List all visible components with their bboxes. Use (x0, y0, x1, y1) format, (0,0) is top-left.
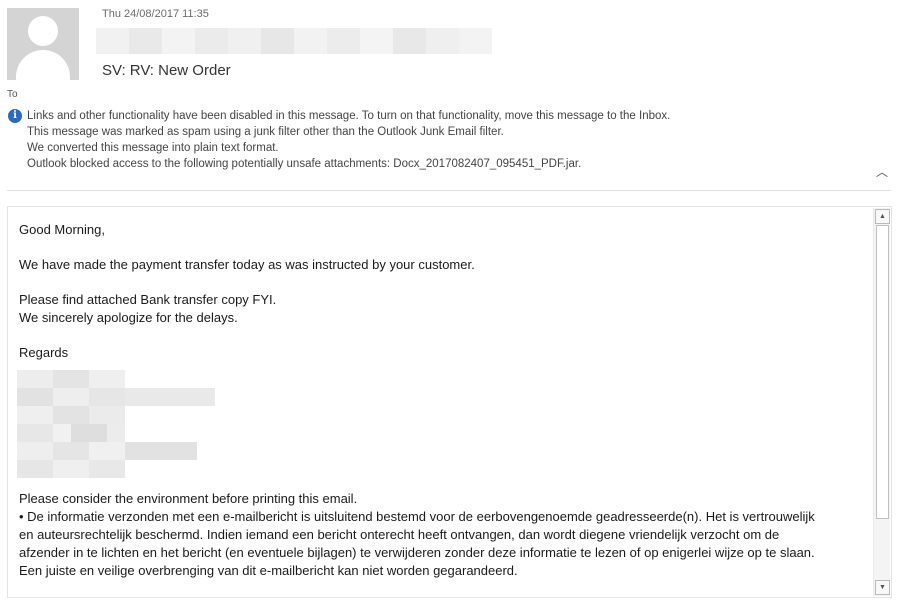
greeting: Good Morning, (19, 222, 105, 237)
info-line-blocked-attachment: Outlook blocked access to the following … (27, 158, 582, 170)
footer-disclaimer-1: • De informatie verzonden met een e-mail… (19, 509, 815, 524)
info-line-plain-text: We converted this message into plain tex… (27, 142, 279, 154)
footer-disclaimer-4: Een juiste en veilige overbrenging van d… (19, 563, 518, 578)
message-date: Thu 24/08/2017 11:35 (102, 8, 209, 20)
scroll-down-arrow-icon[interactable]: ▼ (875, 580, 890, 595)
footer-disclaimer-2: en auteursrechtelijk beschermd. Indien i… (19, 527, 780, 542)
message-subject: SV: RV: New Order (102, 62, 231, 79)
body-line-attachment: Please find attached Bank transfer copy … (19, 292, 277, 307)
sender-avatar (7, 8, 79, 80)
regards: Regards (19, 345, 69, 360)
header-divider (7, 190, 891, 191)
footer-disclaimer-3: afzender in te lichten en het bericht (e… (19, 545, 815, 560)
to-label: To (7, 89, 18, 100)
info-bar: i Links and other functionality have bee… (7, 108, 891, 172)
body-line-apology: We sincerely apologize for the delays. (19, 310, 238, 325)
message-body[interactable]: Good Morning, We have made the payment t… (7, 206, 892, 598)
signature-redacted (17, 370, 219, 480)
avatar-head-shape (28, 16, 58, 46)
collapse-chevron-up-icon[interactable]: ︿ (874, 164, 890, 180)
info-line-links-disabled: Links and other functionality have been … (27, 110, 671, 122)
body-line-payment: We have made the payment transfer today … (19, 257, 475, 272)
footer-environment: Please consider the environment before p… (19, 491, 358, 506)
message-text: Good Morning, We have made the payment t… (17, 221, 869, 580)
sender-redacted (96, 28, 492, 54)
info-line-spam: This message was marked as spam using a … (27, 126, 504, 138)
scroll-up-arrow-icon[interactable]: ▲ (875, 209, 890, 224)
vertical-scrollbar[interactable]: ▲ ▼ (873, 208, 890, 596)
avatar-body-shape (16, 50, 70, 80)
scrollbar-thumb[interactable] (876, 225, 889, 519)
info-icon: i (8, 109, 22, 123)
